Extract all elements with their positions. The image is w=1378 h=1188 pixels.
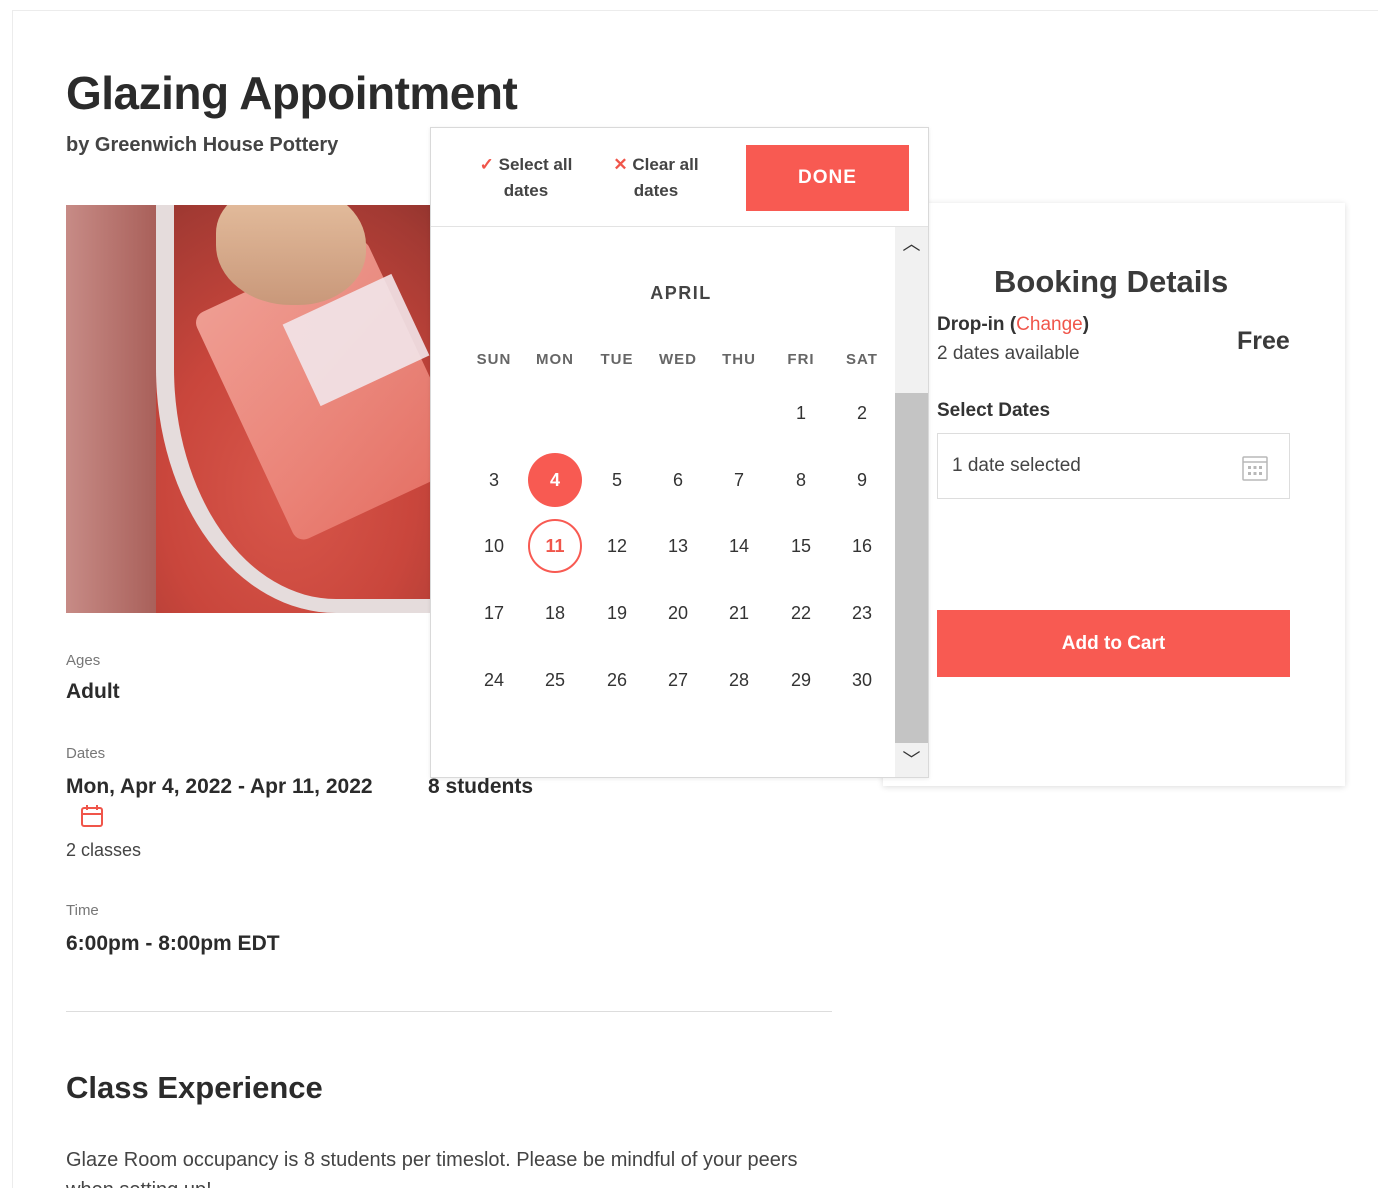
calendar-day[interactable]: 20 xyxy=(651,586,705,640)
dates-available: 2 dates available xyxy=(937,343,1080,364)
date-select-field[interactable]: 1 date selected xyxy=(937,433,1290,499)
classes-count: 2 classes xyxy=(66,840,142,860)
calendar-day[interactable]: 1 xyxy=(774,386,828,440)
date-picker-header: ✓ Select all dates ✕ Clear all dates DON… xyxy=(431,128,928,227)
calendar-day[interactable]: 13 xyxy=(651,519,705,573)
calendar-day[interactable]: 12 xyxy=(590,519,644,573)
calendar-day[interactable]: 19 xyxy=(590,586,644,640)
calendar-day[interactable]: 14 xyxy=(712,519,766,573)
time-value: 6:00pm - 8:00pm EDT xyxy=(66,932,280,955)
calendar-day[interactable]: 2 xyxy=(835,386,889,440)
select-all-dates-button[interactable]: ✓ Select all dates xyxy=(471,152,581,204)
calendar-day[interactable]: 9 xyxy=(835,453,889,507)
add-to-cart-button[interactable]: Add to Cart xyxy=(937,610,1290,677)
class-experience-body: Glaze Room occupancy is 8 students per t… xyxy=(66,1149,798,1188)
class-experience-heading: Class Experience xyxy=(66,1070,323,1105)
weekday-fri: FRI xyxy=(787,351,815,368)
dropin-label: Drop-in (Change) xyxy=(937,314,1090,335)
chevron-up-icon[interactable]: ︿ xyxy=(895,229,928,259)
date-field-value: 1 date selected xyxy=(952,455,1081,476)
calendar-day[interactable]: 17 xyxy=(467,586,521,640)
price: Free xyxy=(1237,327,1290,355)
calendar-day[interactable]: 6 xyxy=(651,453,705,507)
capacity-value: 8 students xyxy=(428,775,534,798)
ages-label: Ages xyxy=(66,652,101,669)
calendar-day[interactable]: 28 xyxy=(712,653,766,707)
event-photo xyxy=(66,205,436,613)
chevron-down-icon[interactable]: ﹀ xyxy=(895,745,928,775)
calendar-day[interactable]: 22 xyxy=(774,586,828,640)
page-title: Glazing Appointment xyxy=(66,67,518,119)
booking-title: Booking Details xyxy=(994,264,1229,299)
calendar-day[interactable]: 24 xyxy=(467,653,521,707)
calendar-day[interactable]: 7 xyxy=(712,453,766,507)
change-link[interactable]: Change xyxy=(1016,314,1083,335)
calendar-day[interactable]: 10 xyxy=(467,519,521,573)
weekday-mon: MON xyxy=(536,351,574,368)
clear-all-dates-button[interactable]: ✕ Clear all dates xyxy=(606,152,706,204)
done-button[interactable]: DONE xyxy=(746,145,909,211)
ages-value: Adult xyxy=(66,680,120,703)
calendar-day[interactable]: 8 xyxy=(774,453,828,507)
weekday-sun: SUN xyxy=(476,351,512,368)
section-divider xyxy=(66,1011,832,1012)
time-label: Time xyxy=(66,902,99,919)
calendar-day[interactable]: 11 xyxy=(528,519,582,573)
calendar-day[interactable]: 30 xyxy=(835,653,889,707)
month-name: APRIL xyxy=(650,283,712,303)
calendar-day[interactable]: 4 xyxy=(528,453,582,507)
weekday-tue: TUE xyxy=(600,351,634,368)
calendar-day[interactable]: 3 xyxy=(467,453,521,507)
select-dates-label: Select Dates xyxy=(937,400,1051,421)
calendar-scrollbar[interactable]: ︿ ﹀ xyxy=(895,227,928,777)
weekday-thu: THU xyxy=(722,351,756,368)
calendar-day[interactable]: 15 xyxy=(774,519,828,573)
calendar-icon[interactable] xyxy=(80,804,104,828)
calendar-day[interactable]: 27 xyxy=(651,653,705,707)
organizer-byline[interactable]: by Greenwich House Pottery xyxy=(66,134,338,157)
calendar-day[interactable]: 23 xyxy=(835,586,889,640)
dates-value: Mon, Apr 4, 2022 - Apr 11, 2022 xyxy=(66,775,373,798)
x-icon: ✕ xyxy=(613,155,628,174)
calendar-day[interactable]: 21 xyxy=(712,586,766,640)
calendar-day[interactable]: 18 xyxy=(528,586,582,640)
weekday-sat: SAT xyxy=(846,351,878,368)
calendar-day[interactable]: 25 xyxy=(528,653,582,707)
weekday-wed: WED xyxy=(659,351,697,368)
scroll-thumb[interactable] xyxy=(895,393,928,743)
dates-label: Dates xyxy=(66,745,106,762)
date-picker-popup: ✓ Select all dates ✕ Clear all dates DON… xyxy=(430,127,929,778)
calendar-day[interactable]: 5 xyxy=(590,453,644,507)
checkmark-icon: ✓ xyxy=(479,155,494,174)
calendar-day[interactable]: 29 xyxy=(774,653,828,707)
calendar-grid-icon[interactable] xyxy=(1241,454,1269,482)
calendar-day[interactable]: 26 xyxy=(590,653,644,707)
calendar-day[interactable]: 16 xyxy=(835,519,889,573)
